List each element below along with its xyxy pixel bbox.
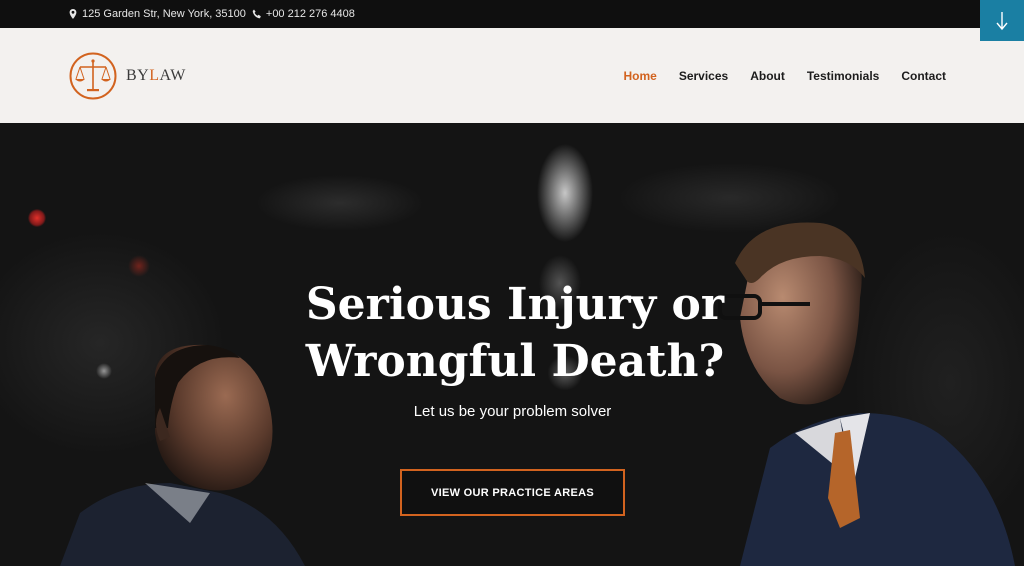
site-logo[interactable]: BYLAW <box>68 51 186 101</box>
hero-headline-line1: Serious Injury or <box>305 279 725 330</box>
logo-text-part2: AW <box>159 67 186 84</box>
scroll-down-button[interactable] <box>980 0 1024 41</box>
nav-item-home[interactable]: Home <box>623 69 656 83</box>
map-pin-icon <box>69 9 77 19</box>
hero-section: Serious Injury or Wrongful Death? Let us… <box>0 123 1024 566</box>
contact-info: 125 Garden Str, New York, 35100 +00 212 … <box>68 0 355 28</box>
logo-wordmark: BYLAW <box>126 67 186 85</box>
nav-item-testimonials[interactable]: Testimonials <box>807 69 879 83</box>
scales-of-justice-icon <box>69 52 117 100</box>
hero-content: Serious Injury or Wrongful Death? Let us… <box>0 123 1024 566</box>
phone-icon <box>252 9 261 19</box>
phone-item[interactable]: +00 212 276 4408 <box>252 8 355 20</box>
top-info-bar: 125 Garden Str, New York, 35100 +00 212 … <box>0 0 1024 28</box>
address-text: 125 Garden Str, New York, 35100 <box>82 8 246 20</box>
logo-text-part1: BY <box>126 67 150 84</box>
phone-text: +00 212 276 4408 <box>265 8 355 20</box>
site-header: BYLAW Home Services About Testimonials C… <box>0 28 1024 123</box>
nav-item-contact[interactable]: Contact <box>901 69 946 83</box>
nav-item-about[interactable]: About <box>750 69 785 83</box>
nav-item-services[interactable]: Services <box>679 69 728 83</box>
hero-headline-line2: Wrongful Death? <box>305 336 725 387</box>
address-item: 125 Garden Str, New York, 35100 <box>68 8 246 20</box>
hero-tagline: Let us be your problem solver <box>413 403 612 420</box>
arrow-down-icon <box>996 11 1008 30</box>
hero-headline: Serious Injury or Wrongful Death? <box>300 276 730 390</box>
logo-text-accent: L <box>149 67 160 84</box>
view-practice-areas-button[interactable]: VIEW OUR PRACTICE AREAS <box>400 469 625 516</box>
main-nav: Home Services About Testimonials Contact <box>623 28 946 123</box>
